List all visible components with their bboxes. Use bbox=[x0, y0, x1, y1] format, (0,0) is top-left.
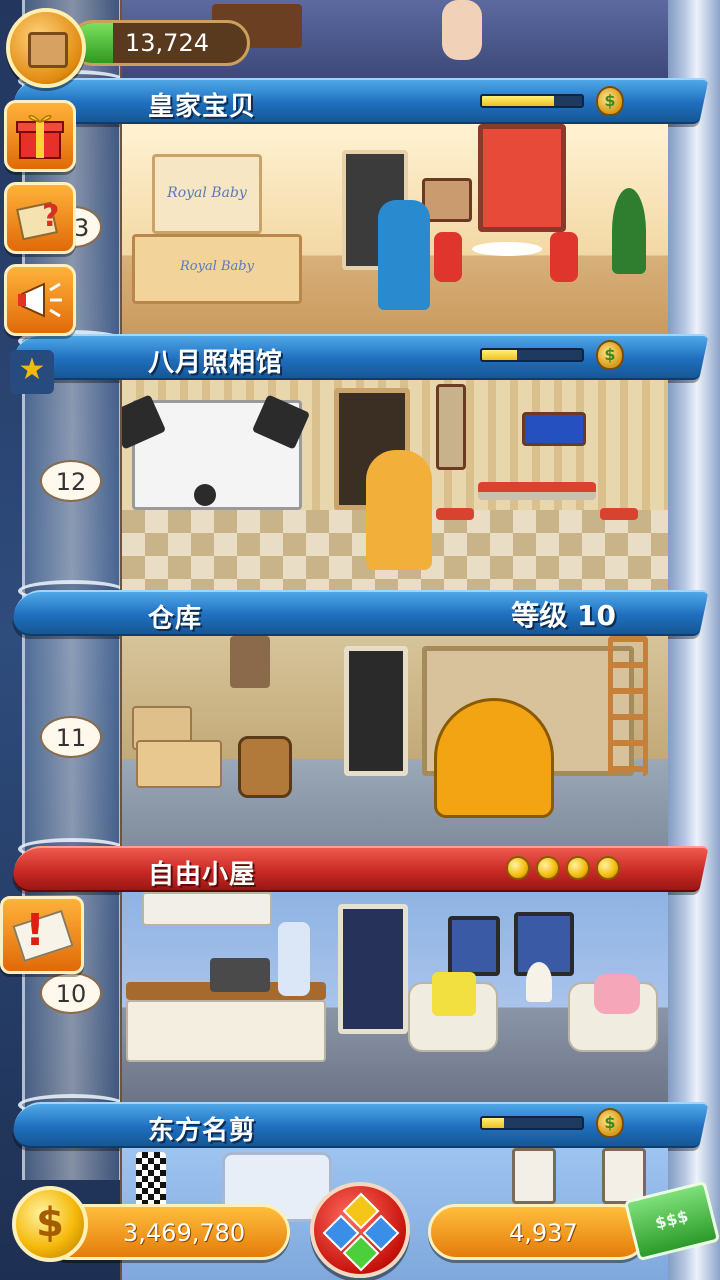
room-free-cabin[interactable] bbox=[120, 892, 668, 1102]
floor-number-badge: 11 bbox=[40, 716, 102, 758]
room-august-photo[interactable] bbox=[120, 380, 668, 590]
cafe-table bbox=[472, 242, 542, 256]
pink-cushion bbox=[594, 974, 640, 1014]
forklift[interactable] bbox=[434, 698, 554, 818]
floor-name: 自由小屋 bbox=[148, 860, 257, 890]
star-coin-icon bbox=[506, 856, 530, 880]
bucks-value: 4,937 bbox=[509, 1219, 578, 1247]
star-coin-icon bbox=[596, 856, 620, 880]
royal-desk-text: Royal Baby bbox=[180, 259, 254, 274]
mail-alert-button[interactable]: ! bbox=[0, 896, 84, 974]
quest-icon: ? bbox=[16, 199, 59, 241]
cash-icon[interactable]: $$$ bbox=[623, 1180, 720, 1262]
resource-value: 13,724 bbox=[125, 29, 209, 57]
crate-icon[interactable] bbox=[6, 8, 86, 88]
progress-fill bbox=[482, 96, 554, 106]
microwave bbox=[210, 958, 270, 992]
red-chair bbox=[434, 232, 462, 282]
game-scene: 皇家宝贝 $ Royal Baby Royal Baby 13 八月照相馆 $ bbox=[0, 0, 720, 1280]
star-coin-icon bbox=[566, 856, 590, 880]
floor-progress-bar bbox=[480, 1116, 584, 1130]
kitchen-cabinet bbox=[142, 892, 272, 926]
wall-sign: Royal Baby bbox=[152, 154, 262, 234]
table-lamp bbox=[526, 962, 552, 1002]
tower-wall bbox=[662, 0, 720, 1280]
sponge-cushion bbox=[432, 972, 476, 1016]
moneybag-icon[interactable]: $ bbox=[596, 1108, 624, 1138]
megaphone-icon bbox=[18, 282, 62, 318]
floor-progress-bar bbox=[480, 94, 584, 108]
wall-art bbox=[448, 916, 500, 976]
tenant-character[interactable] bbox=[378, 200, 430, 310]
progress-fill bbox=[482, 350, 517, 360]
kitchen-drawers bbox=[126, 1000, 326, 1062]
floor-number-badge: 10 bbox=[40, 972, 102, 1014]
warehouse-level-label: 等级 10 bbox=[511, 599, 616, 632]
red-chair bbox=[550, 232, 578, 282]
bucks-counter[interactable]: 4,937 bbox=[428, 1204, 648, 1260]
tenant-character[interactable] bbox=[442, 0, 482, 60]
gift-button[interactable] bbox=[4, 100, 76, 172]
room-warehouse[interactable] bbox=[120, 636, 668, 848]
gift-icon bbox=[16, 114, 64, 159]
room-royal-baby[interactable]: Royal Baby Royal Baby bbox=[120, 124, 668, 336]
alert-mark: ! bbox=[25, 905, 46, 956]
wall-photo bbox=[436, 384, 466, 470]
resource-counter[interactable]: 13,724 bbox=[70, 20, 250, 66]
floor-progress-bar bbox=[480, 348, 584, 362]
moneybag-icon[interactable]: $ bbox=[596, 340, 624, 370]
ladder bbox=[608, 636, 648, 776]
dining-table bbox=[478, 482, 596, 500]
announcement-button[interactable] bbox=[4, 264, 76, 336]
coin-icon[interactable]: $ bbox=[12, 1186, 88, 1262]
star-coin-icon bbox=[536, 856, 560, 880]
potted-plant bbox=[612, 188, 646, 274]
tenant-character[interactable] bbox=[366, 450, 432, 570]
main-menu-button[interactable] bbox=[310, 1182, 410, 1278]
coin-value: 3,469,780 bbox=[123, 1219, 246, 1247]
baby-portrait bbox=[478, 124, 566, 232]
quest-button[interactable]: ? bbox=[4, 182, 76, 254]
cardboard-box bbox=[136, 740, 222, 788]
floor-name: 皇家宝贝 bbox=[148, 92, 257, 122]
water-cooler bbox=[278, 922, 310, 996]
claw-crane bbox=[230, 636, 270, 688]
progress-fill bbox=[482, 1118, 504, 1128]
royal-sign-text: Royal Baby bbox=[167, 185, 247, 201]
stool bbox=[600, 508, 638, 520]
reception-desk: Royal Baby bbox=[132, 234, 302, 304]
neon-sign bbox=[522, 412, 586, 446]
floor-name: 八月照相馆 bbox=[148, 348, 284, 378]
doorway bbox=[344, 646, 408, 776]
floor-name: 仓库 bbox=[148, 604, 203, 634]
crate-shape bbox=[28, 32, 68, 68]
svg-text:?: ? bbox=[42, 199, 59, 234]
barrel bbox=[238, 736, 292, 798]
floor-name: 东方名剪 bbox=[148, 1116, 257, 1146]
camera-light bbox=[194, 484, 216, 506]
stool bbox=[436, 508, 474, 520]
star-icon[interactable]: ★ bbox=[10, 350, 54, 394]
moneybag-icon[interactable]: $ bbox=[596, 86, 624, 116]
floor-number-badge: 12 bbox=[40, 460, 102, 502]
bottom-hud: 3,469,780 $ 4,937 $$$ bbox=[0, 1178, 720, 1280]
doorway bbox=[338, 904, 408, 1034]
